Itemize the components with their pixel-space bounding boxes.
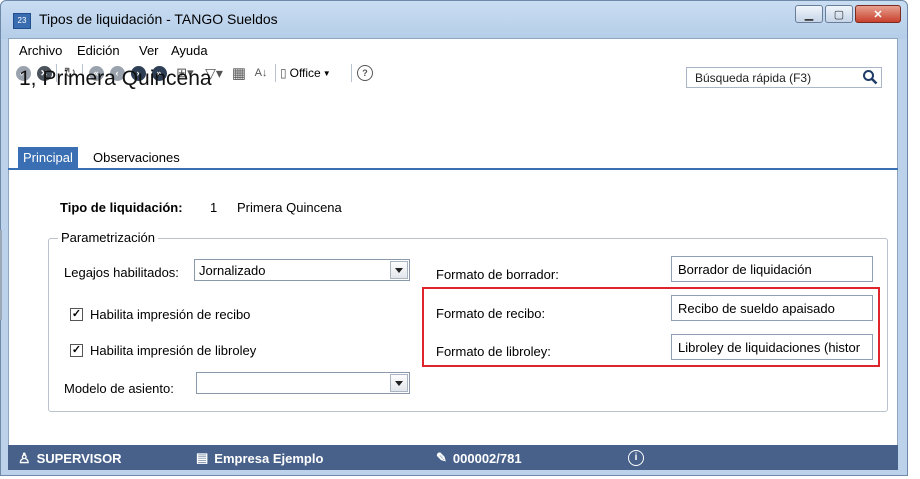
menu-bar: Archivo Edición Ver Ayuda <box>9 39 897 60</box>
tab-strip: Principal Observaciones <box>8 144 898 170</box>
status-company: ▤ Empresa Ejemplo <box>196 450 323 466</box>
borrador-field[interactable]: Borrador de liquidación <box>671 256 873 282</box>
menu-edicion[interactable]: Edición <box>77 43 120 58</box>
sort-icon[interactable]: A↓ <box>252 64 270 82</box>
libroley-format-field[interactable]: Libroley de liquidaciones (histor <box>671 334 873 360</box>
grid-icon[interactable]: ▦ <box>230 64 248 82</box>
libroley-format-label: Formato de libroley: <box>436 344 551 359</box>
menu-ver[interactable]: Ver <box>139 43 159 58</box>
app-icon: 23 <box>13 13 31 29</box>
menu-archivo[interactable]: Archivo <box>19 43 62 58</box>
libroley-check-label: Habilita impresión de libroley <box>90 343 257 358</box>
status-user-label: SUPERVISOR <box>36 451 122 466</box>
recibo-check-label: Habilita impresión de recibo <box>90 307 251 322</box>
tipo-liquidacion-label: Tipo de liquidación: <box>60 200 183 215</box>
search-icon[interactable] <box>862 69 878 85</box>
page-title: 1, Primera Quincena <box>19 67 212 90</box>
minimize-button[interactable]: ▁ <box>795 5 823 23</box>
recibo-format-value: Recibo de sueldo apaisado <box>678 301 835 316</box>
borrador-label: Formato de borrador: <box>436 267 559 282</box>
legajos-value: Jornalizado <box>199 263 266 278</box>
legajos-select[interactable]: Jornalizado <box>194 259 410 281</box>
recibo-checkbox[interactable]: ✓ <box>70 308 83 321</box>
pencil-icon: ✎ <box>436 450 447 465</box>
modelo-asiento-select[interactable] <box>196 372 410 394</box>
recibo-format-label: Formato de recibo: <box>436 306 546 321</box>
libroley-checkbox[interactable]: ✓ <box>70 344 83 357</box>
left-edge <box>0 230 2 320</box>
tab-principal[interactable]: Principal <box>18 147 78 168</box>
borrador-value: Borrador de liquidación <box>678 262 812 277</box>
title-bar: 23 Tipos de liquidación - TANGO Sueldos … <box>1 1 907 39</box>
parametrizacion-legend: Parametrización <box>58 230 158 245</box>
chevron-down-icon: ▼ <box>322 68 331 78</box>
tipo-liquidacion-name: Primera Quincena <box>237 200 342 215</box>
close-button[interactable]: ✕ <box>855 5 901 23</box>
help-icon[interactable]: ? <box>356 64 374 82</box>
modelo-asiento-label: Modelo de asiento: <box>64 381 174 396</box>
search-placeholder: Búsqueda rápida (F3) <box>695 71 812 85</box>
chevron-down-icon[interactable] <box>390 261 408 279</box>
legajos-label: Legajos habilitados: <box>64 265 179 280</box>
user-icon: ♙ <box>18 450 31 466</box>
status-company-label: Empresa Ejemplo <box>214 450 324 466</box>
building-icon: ▤ <box>196 450 209 465</box>
office-icon: ▯ <box>280 66 287 80</box>
office-label: Office <box>289 66 321 80</box>
status-record: ✎ 000002/781 <box>436 450 522 466</box>
status-user: ♙ SUPERVISOR <box>18 450 122 467</box>
maximize-button[interactable]: ▢ <box>825 5 853 23</box>
status-bar: ♙ SUPERVISOR ▤ Empresa Ejemplo ✎ 000002/… <box>8 445 898 470</box>
libroley-format-value: Libroley de liquidaciones (histor <box>678 340 861 355</box>
info-icon[interactable]: i <box>628 450 644 466</box>
chevron-down-icon[interactable] <box>390 374 408 392</box>
recibo-format-field[interactable]: Recibo de sueldo apaisado <box>671 295 873 321</box>
tab-observaciones[interactable]: Observaciones <box>88 147 185 168</box>
window-title: Tipos de liquidación - TANGO Sueldos <box>39 11 278 27</box>
menu-ayuda[interactable]: Ayuda <box>171 43 208 58</box>
office-button[interactable]: ▯ Office ▼ <box>280 64 348 82</box>
search-input[interactable]: Búsqueda rápida (F3) <box>686 67 882 88</box>
tipo-liquidacion-code: 1 <box>210 200 218 215</box>
status-record-label: 000002/781 <box>452 450 522 466</box>
